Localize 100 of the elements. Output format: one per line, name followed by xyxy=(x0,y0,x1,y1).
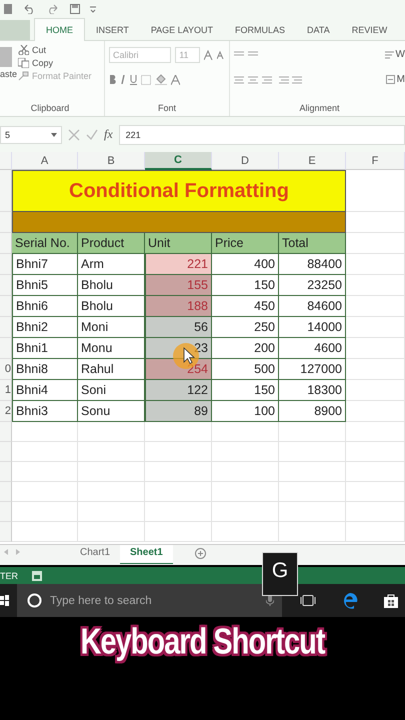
enter-icon[interactable] xyxy=(86,128,98,140)
ribbon-tab[interactable]: HOME xyxy=(34,18,85,41)
header-cell: Product xyxy=(78,233,145,254)
align-center-icon[interactable] xyxy=(234,74,304,84)
scissors-icon xyxy=(18,45,29,55)
row-header[interactable] xyxy=(0,275,12,296)
unit-cell: 188 xyxy=(145,296,212,317)
sheet-tab[interactable]: Sheet1 xyxy=(120,545,173,564)
row-header[interactable] xyxy=(0,422,12,442)
empty-cell xyxy=(145,462,212,482)
ribbon-tab[interactable]: FORMULAS xyxy=(224,19,296,40)
add-sheet-icon[interactable] xyxy=(194,548,206,559)
select-all-button[interactable] xyxy=(0,152,12,170)
copy-button[interactable]: Copy xyxy=(18,58,92,68)
bold-icon[interactable] xyxy=(109,75,116,84)
sheet-tab[interactable]: Chart1 xyxy=(70,545,120,563)
row-header[interactable] xyxy=(0,522,12,542)
group-label: Font xyxy=(156,103,177,115)
row-header[interactable]: 1 xyxy=(0,380,12,401)
column-header[interactable]: B xyxy=(78,152,145,170)
function-button[interactable]: fx xyxy=(104,127,113,142)
empty-cell xyxy=(346,254,405,275)
row-header[interactable]: 2 xyxy=(0,401,12,422)
cut-button[interactable]: Cut xyxy=(18,45,92,55)
borders-icon[interactable] xyxy=(141,74,151,84)
row-header[interactable]: 0 xyxy=(0,359,12,380)
customize-icon[interactable] xyxy=(90,5,96,13)
column-header[interactable]: D xyxy=(212,152,279,170)
empty-cell xyxy=(145,502,212,522)
row-header[interactable] xyxy=(0,502,12,522)
italic-icon[interactable] xyxy=(120,75,126,84)
row-header[interactable] xyxy=(0,170,12,212)
search-field[interactable]: Type here to search xyxy=(17,584,282,617)
column-header[interactable]: A xyxy=(12,152,78,170)
empty-cell xyxy=(279,422,346,442)
store-icon[interactable] xyxy=(384,594,398,608)
row-header[interactable] xyxy=(0,442,12,462)
header-cell: Price xyxy=(212,233,279,254)
key-overlay: G xyxy=(262,552,298,596)
empty-cell xyxy=(212,422,279,442)
table-cell: Bhni7 xyxy=(12,254,78,275)
empty-cell xyxy=(346,401,405,422)
table-cell: 88400 xyxy=(279,254,346,275)
copy-icon xyxy=(18,58,29,68)
undo-icon[interactable] xyxy=(22,4,36,14)
row-header[interactable] xyxy=(0,317,12,338)
row-header[interactable] xyxy=(0,233,12,254)
table-cell: 100 xyxy=(212,401,279,422)
formula-field[interactable]: 221 xyxy=(118,124,405,144)
empty-cell xyxy=(346,359,405,380)
paste-button[interactable]: aste xyxy=(0,45,14,81)
group-label: Clipboard xyxy=(30,103,70,115)
name-box[interactable]: 5 xyxy=(0,126,62,144)
empty-cell xyxy=(346,442,405,462)
windows-icon[interactable] xyxy=(0,595,9,606)
search-circle-icon xyxy=(27,593,42,608)
empty-cell xyxy=(346,522,405,542)
table-cell: 450 xyxy=(212,296,279,317)
empty-cell xyxy=(212,502,279,522)
row-header[interactable] xyxy=(0,482,12,502)
empty-cell xyxy=(346,482,405,502)
row-header[interactable] xyxy=(0,296,12,317)
table-cell: Bhni2 xyxy=(12,317,78,338)
column-header[interactable]: E xyxy=(279,152,346,170)
table-cell: 4600 xyxy=(279,338,346,359)
empty-cell xyxy=(279,462,346,482)
ribbon-tab[interactable]: REVIEW xyxy=(340,19,398,40)
empty-cell xyxy=(212,522,279,542)
task-view-icon[interactable] xyxy=(300,595,316,606)
row-header[interactable] xyxy=(0,462,12,482)
row-header[interactable] xyxy=(0,338,12,359)
ribbon-tab[interactable]: DATA xyxy=(296,19,341,40)
cancel-icon[interactable] xyxy=(68,128,80,140)
grow-font-icon[interactable] xyxy=(204,50,213,60)
unit-cell: 221 xyxy=(145,254,212,275)
underline-icon[interactable] xyxy=(130,74,137,84)
font-color-icon[interactable] xyxy=(171,74,180,84)
empty-cell xyxy=(212,482,279,502)
table-cell: 500 xyxy=(212,359,279,380)
fill-color-icon[interactable] xyxy=(155,74,167,85)
column-header[interactable]: F xyxy=(346,152,405,170)
wrap-text-button[interactable]: W xyxy=(384,49,405,60)
macro-icon[interactable] xyxy=(32,570,42,580)
ribbon-tab[interactable]: PAGE LAYOUT xyxy=(140,19,224,40)
save-icon[interactable] xyxy=(70,4,80,14)
shrink-font-icon[interactable] xyxy=(217,50,225,59)
column-header[interactable]: C xyxy=(145,152,212,170)
row-header[interactable] xyxy=(0,212,12,233)
row-header[interactable] xyxy=(0,254,12,275)
status-mode: TER xyxy=(0,570,18,580)
ribbon-tab[interactable]: INSERT xyxy=(85,19,140,40)
merge-button[interactable]: M xyxy=(386,74,405,85)
empty-cell xyxy=(212,442,279,462)
empty-cell xyxy=(78,462,145,482)
dropdown-icon xyxy=(51,132,57,136)
brush-icon xyxy=(18,71,29,81)
browser-icon[interactable] xyxy=(342,592,358,608)
redo-icon[interactable] xyxy=(46,4,60,14)
empty-cell xyxy=(346,275,405,296)
empty-cell xyxy=(78,502,145,522)
